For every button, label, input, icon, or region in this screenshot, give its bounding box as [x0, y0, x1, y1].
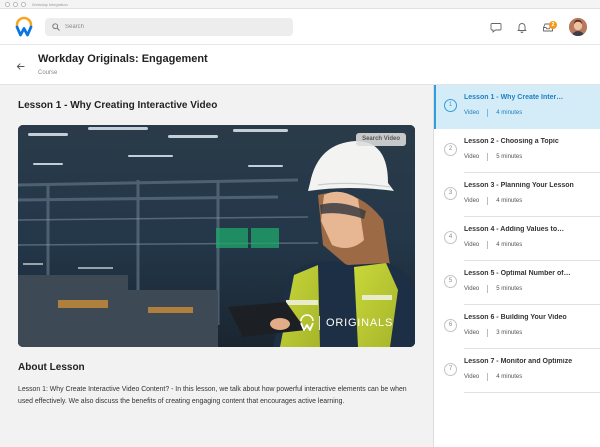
- app-header: 2: [0, 9, 600, 45]
- lesson-type: Video: [464, 286, 480, 292]
- lesson-item-4[interactable]: 4 Lesson 4 - Adding Values to… Video 4 mi…: [434, 217, 600, 261]
- lesson-item-title: Lesson 7 - Monitor and Optimize: [464, 358, 573, 365]
- lesson-item-title: Lesson 2 - Choosing a Topic: [464, 138, 559, 145]
- search-video-button[interactable]: Search Video: [356, 133, 406, 146]
- video-player[interactable]: Search Video ORIGINALS: [18, 125, 415, 347]
- lesson-content: Lesson 1 - Why Creating Interactive Vide…: [0, 85, 433, 447]
- lesson-item-1[interactable]: 1 Lesson 1 - Why Create Inter… Video 4 mi…: [434, 85, 600, 129]
- lesson-type: Video: [464, 242, 480, 248]
- lesson-number: 6: [444, 319, 457, 332]
- lesson-item-meta: Video 4 minutes: [464, 241, 522, 249]
- window-titlebar: Workday Integration: [0, 0, 600, 9]
- lesson-number: 7: [444, 363, 457, 376]
- search-input[interactable]: [65, 24, 285, 30]
- lesson-duration: 4 minutes: [496, 110, 523, 116]
- about-lesson-text: Lesson 1: Why Create Interactive Video C…: [18, 386, 407, 405]
- lesson-item-meta: Video 5 minutes: [464, 153, 522, 161]
- back-arrow-icon[interactable]: [16, 62, 25, 71]
- lesson-type: Video: [464, 374, 480, 380]
- lesson-item-title: Lesson 6 - Building Your Video: [464, 314, 567, 321]
- workday-mark-icon: [298, 315, 313, 330]
- window-title: Workday Integration: [32, 1, 68, 7]
- lesson-item-7[interactable]: 7 Lesson 7 - Monitor and Optimize Video 4…: [434, 349, 600, 393]
- lesson-type: Video: [464, 198, 480, 204]
- lesson-duration: 4 minutes: [496, 242, 523, 248]
- lesson-number: 4: [444, 231, 457, 244]
- lesson-number: 5: [444, 275, 457, 288]
- lesson-item-title: Lesson 5 - Optimal Number of…: [464, 270, 571, 277]
- lesson-item-title: Lesson 1 - Why Create Inter…: [464, 94, 564, 101]
- search-icon: [52, 23, 60, 31]
- lesson-number: 1: [444, 99, 457, 112]
- bell-icon[interactable]: [516, 21, 528, 33]
- lesson-item-meta: Video 5 minutes: [464, 285, 522, 293]
- lesson-item-meta: Video 4 minutes: [464, 373, 522, 381]
- window-zoom-dot[interactable]: [21, 1, 26, 7]
- inbox-count-badge: 2: [549, 21, 557, 29]
- about-lesson-heading: About Lesson: [18, 362, 85, 373]
- lesson-item-title: Lesson 4 - Adding Values to…: [464, 226, 565, 233]
- lesson-duration: 5 minutes: [496, 154, 523, 160]
- course-header: Workday Originals: Engagement Course: [0, 45, 600, 85]
- lesson-duration: 4 minutes: [496, 198, 523, 204]
- lesson-item-meta: Video 4 minutes: [464, 109, 522, 117]
- lesson-duration: 5 minutes: [496, 286, 523, 292]
- lesson-type: Video: [464, 154, 480, 160]
- lesson-duration: 4 minutes: [496, 374, 523, 380]
- lesson-item-6[interactable]: 6 Lesson 6 - Building Your Video Video 3 …: [434, 305, 600, 349]
- lesson-item-3[interactable]: 3 Lesson 3 - Planning Your Lesson Video 4…: [434, 173, 600, 217]
- chat-icon[interactable]: [490, 21, 502, 33]
- lesson-number: 3: [444, 187, 457, 200]
- lesson-number: 2: [444, 143, 457, 156]
- window-close-dot[interactable]: [5, 1, 10, 7]
- lesson-item-5[interactable]: 5 Lesson 5 - Optimal Number of… Video 5 m…: [434, 261, 600, 305]
- window-minimize-dot[interactable]: [13, 1, 18, 7]
- workday-logo[interactable]: [13, 16, 35, 38]
- lesson-item-meta: Video 3 minutes: [464, 329, 522, 337]
- lesson-item-title: Lesson 3 - Planning Your Lesson: [464, 182, 574, 189]
- lesson-type: Video: [464, 110, 480, 116]
- avatar[interactable]: [569, 18, 587, 36]
- video-thumbnail: [18, 125, 415, 347]
- global-search[interactable]: [45, 18, 293, 36]
- lesson-duration: 3 minutes: [496, 330, 523, 336]
- lesson-item-meta: Video 4 minutes: [464, 197, 522, 205]
- course-type-label: Course: [38, 70, 58, 76]
- lesson-title: Lesson 1 - Why Creating Interactive Vide…: [18, 100, 218, 111]
- course-title: Workday Originals: Engagement: [38, 53, 208, 65]
- originals-label: ORIGINALS: [319, 315, 393, 330]
- lesson-type: Video: [464, 330, 480, 336]
- lesson-item-2[interactable]: 2 Lesson 2 - Choosing a Topic Video 5 min…: [434, 129, 600, 173]
- originals-branding: ORIGINALS: [298, 315, 393, 330]
- lesson-list: 1 Lesson 1 - Why Create Inter… Video 4 mi…: [433, 85, 600, 447]
